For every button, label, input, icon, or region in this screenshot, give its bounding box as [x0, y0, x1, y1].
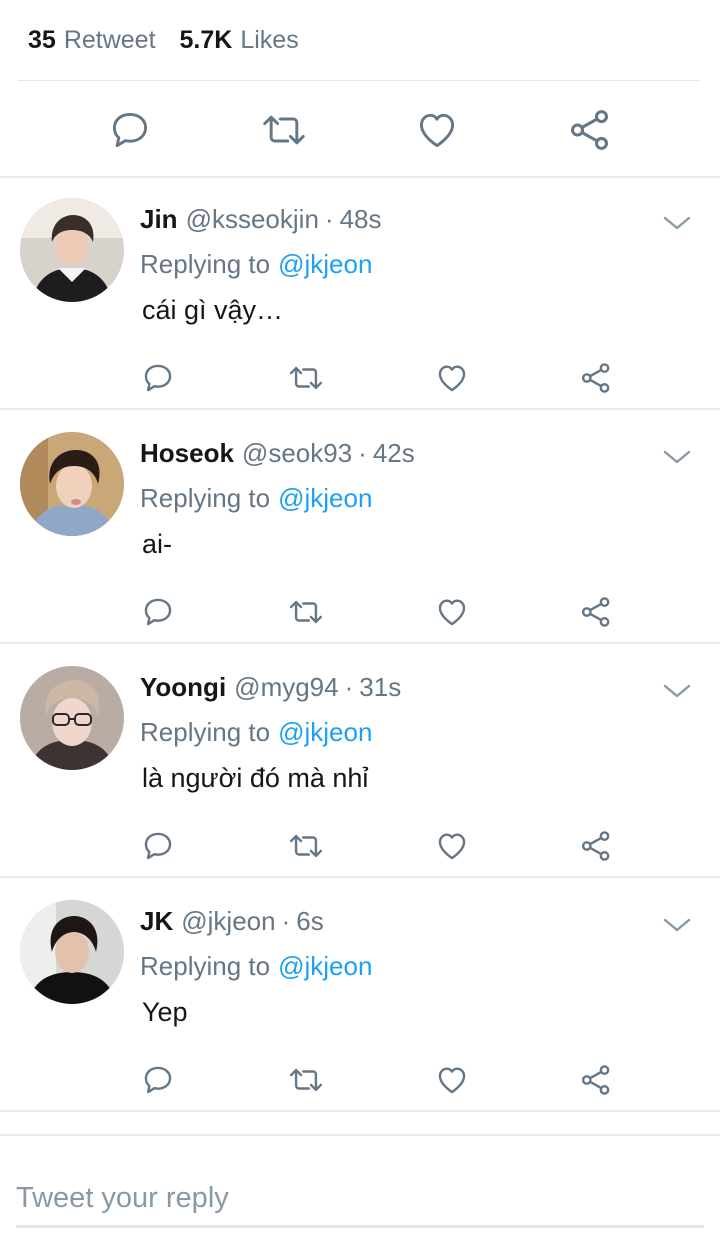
compose-divider — [0, 1134, 720, 1136]
reply-tweet[interactable]: Yoongi @myg94 · 31s Replying to @jkjeon … — [0, 646, 720, 878]
chevron-down-icon[interactable] — [660, 440, 694, 474]
mention-link[interactable]: @jkjeon — [278, 483, 372, 514]
reply-header: Yoongi @myg94 · 31s — [140, 668, 401, 706]
tweet-text: cái gì vậy… — [142, 294, 284, 325]
retweet-icon[interactable] — [286, 592, 326, 632]
separator-dot: · — [324, 203, 334, 234]
reply-tweet[interactable]: JK @jkjeon · 6s Replying to @jkjeon Yep — [0, 880, 720, 1112]
timestamp[interactable]: 42s — [373, 438, 415, 469]
reply-icon[interactable] — [138, 358, 178, 398]
avatar[interactable] — [20, 198, 124, 302]
mention-link[interactable]: @jkjeon — [278, 249, 372, 280]
replying-to: Replying to @jkjeon — [140, 480, 372, 516]
avatar[interactable] — [20, 900, 124, 1004]
input-underline — [16, 1225, 704, 1228]
tweet-text: Yep — [142, 996, 188, 1027]
share-icon[interactable] — [576, 358, 616, 398]
display-name[interactable]: Hoseok — [140, 438, 234, 469]
like-icon[interactable] — [432, 1060, 472, 1100]
retweet-icon[interactable] — [286, 826, 326, 866]
replying-to-label: Replying to — [140, 950, 271, 981]
avatar[interactable] — [20, 666, 124, 770]
reply-tweet[interactable]: Hoseok @seok93 · 42s Replying to @jkjeon… — [0, 412, 720, 644]
user-handle[interactable]: @myg94 — [234, 672, 338, 703]
likes-count[interactable]: 5.7K — [180, 26, 233, 55]
retweet-count[interactable]: 35 — [28, 26, 56, 55]
likes-label[interactable]: Likes — [240, 26, 298, 55]
separator-dot: · — [358, 437, 367, 468]
replying-to-label: Replying to — [140, 248, 271, 279]
reply-icon[interactable] — [138, 1060, 178, 1100]
tweet-stats: 35 Retweet 5.7K Likes — [28, 22, 299, 58]
user-handle[interactable]: @seok93 — [242, 438, 352, 469]
stats-divider — [18, 80, 700, 81]
share-icon[interactable] — [566, 106, 614, 154]
display-name[interactable]: Yoongi — [140, 672, 226, 703]
mention-link[interactable]: @jkjeon — [278, 951, 372, 982]
reply-tweet[interactable]: Jin @ksseokjin · 48s Replying to @jkjeon… — [0, 178, 720, 410]
reply-divider — [0, 1110, 720, 1112]
reply-icon[interactable] — [106, 106, 154, 154]
retweet-label[interactable]: Retweet — [64, 26, 156, 55]
replying-to-label: Replying to — [140, 716, 271, 747]
reply-divider — [0, 642, 720, 644]
share-icon[interactable] — [576, 592, 616, 632]
share-icon[interactable] — [576, 1060, 616, 1100]
user-handle[interactable]: @ksseokjin — [186, 204, 319, 235]
reply-icon[interactable] — [138, 826, 178, 866]
replying-to-label: Replying to — [140, 482, 271, 513]
tweet-action-bar — [0, 98, 720, 162]
separator-dot: · — [281, 905, 291, 936]
reply-header: JK @jkjeon · 6s — [140, 902, 324, 940]
chevron-down-icon[interactable] — [660, 908, 694, 942]
timestamp[interactable]: 6s — [296, 906, 323, 937]
separator-dot: · — [344, 671, 354, 702]
reply-divider — [0, 408, 720, 410]
timestamp[interactable]: 31s — [359, 672, 401, 703]
tweet-text: ai- — [142, 528, 173, 559]
reply-header: Jin @ksseokjin · 48s — [140, 200, 382, 238]
like-icon[interactable] — [432, 358, 472, 398]
reply-divider — [0, 876, 720, 878]
display-name[interactable]: Jin — [140, 204, 178, 235]
display-name[interactable]: JK — [140, 906, 173, 937]
tweet-text: là người đó mà nhỉ — [142, 762, 369, 793]
reply-header: Hoseok @seok93 · 42s — [140, 434, 415, 472]
replying-to: Replying to @jkjeon — [140, 714, 372, 750]
chevron-down-icon[interactable] — [660, 206, 694, 240]
avatar[interactable] — [20, 432, 124, 536]
chevron-down-icon[interactable] — [660, 674, 694, 708]
like-icon[interactable] — [432, 826, 472, 866]
share-icon[interactable] — [576, 826, 616, 866]
timestamp[interactable]: 48s — [340, 204, 382, 235]
like-icon[interactable] — [413, 106, 461, 154]
replying-to: Replying to @jkjeon — [140, 246, 372, 282]
mention-link[interactable]: @jkjeon — [278, 717, 372, 748]
retweet-icon[interactable] — [286, 358, 326, 398]
retweet-icon[interactable] — [260, 106, 308, 154]
user-handle[interactable]: @jkjeon — [181, 906, 275, 937]
retweet-icon[interactable] — [286, 1060, 326, 1100]
reply-icon[interactable] — [138, 592, 178, 632]
reply-input[interactable] — [16, 1172, 704, 1224]
replying-to: Replying to @jkjeon — [140, 948, 372, 984]
like-icon[interactable] — [432, 592, 472, 632]
